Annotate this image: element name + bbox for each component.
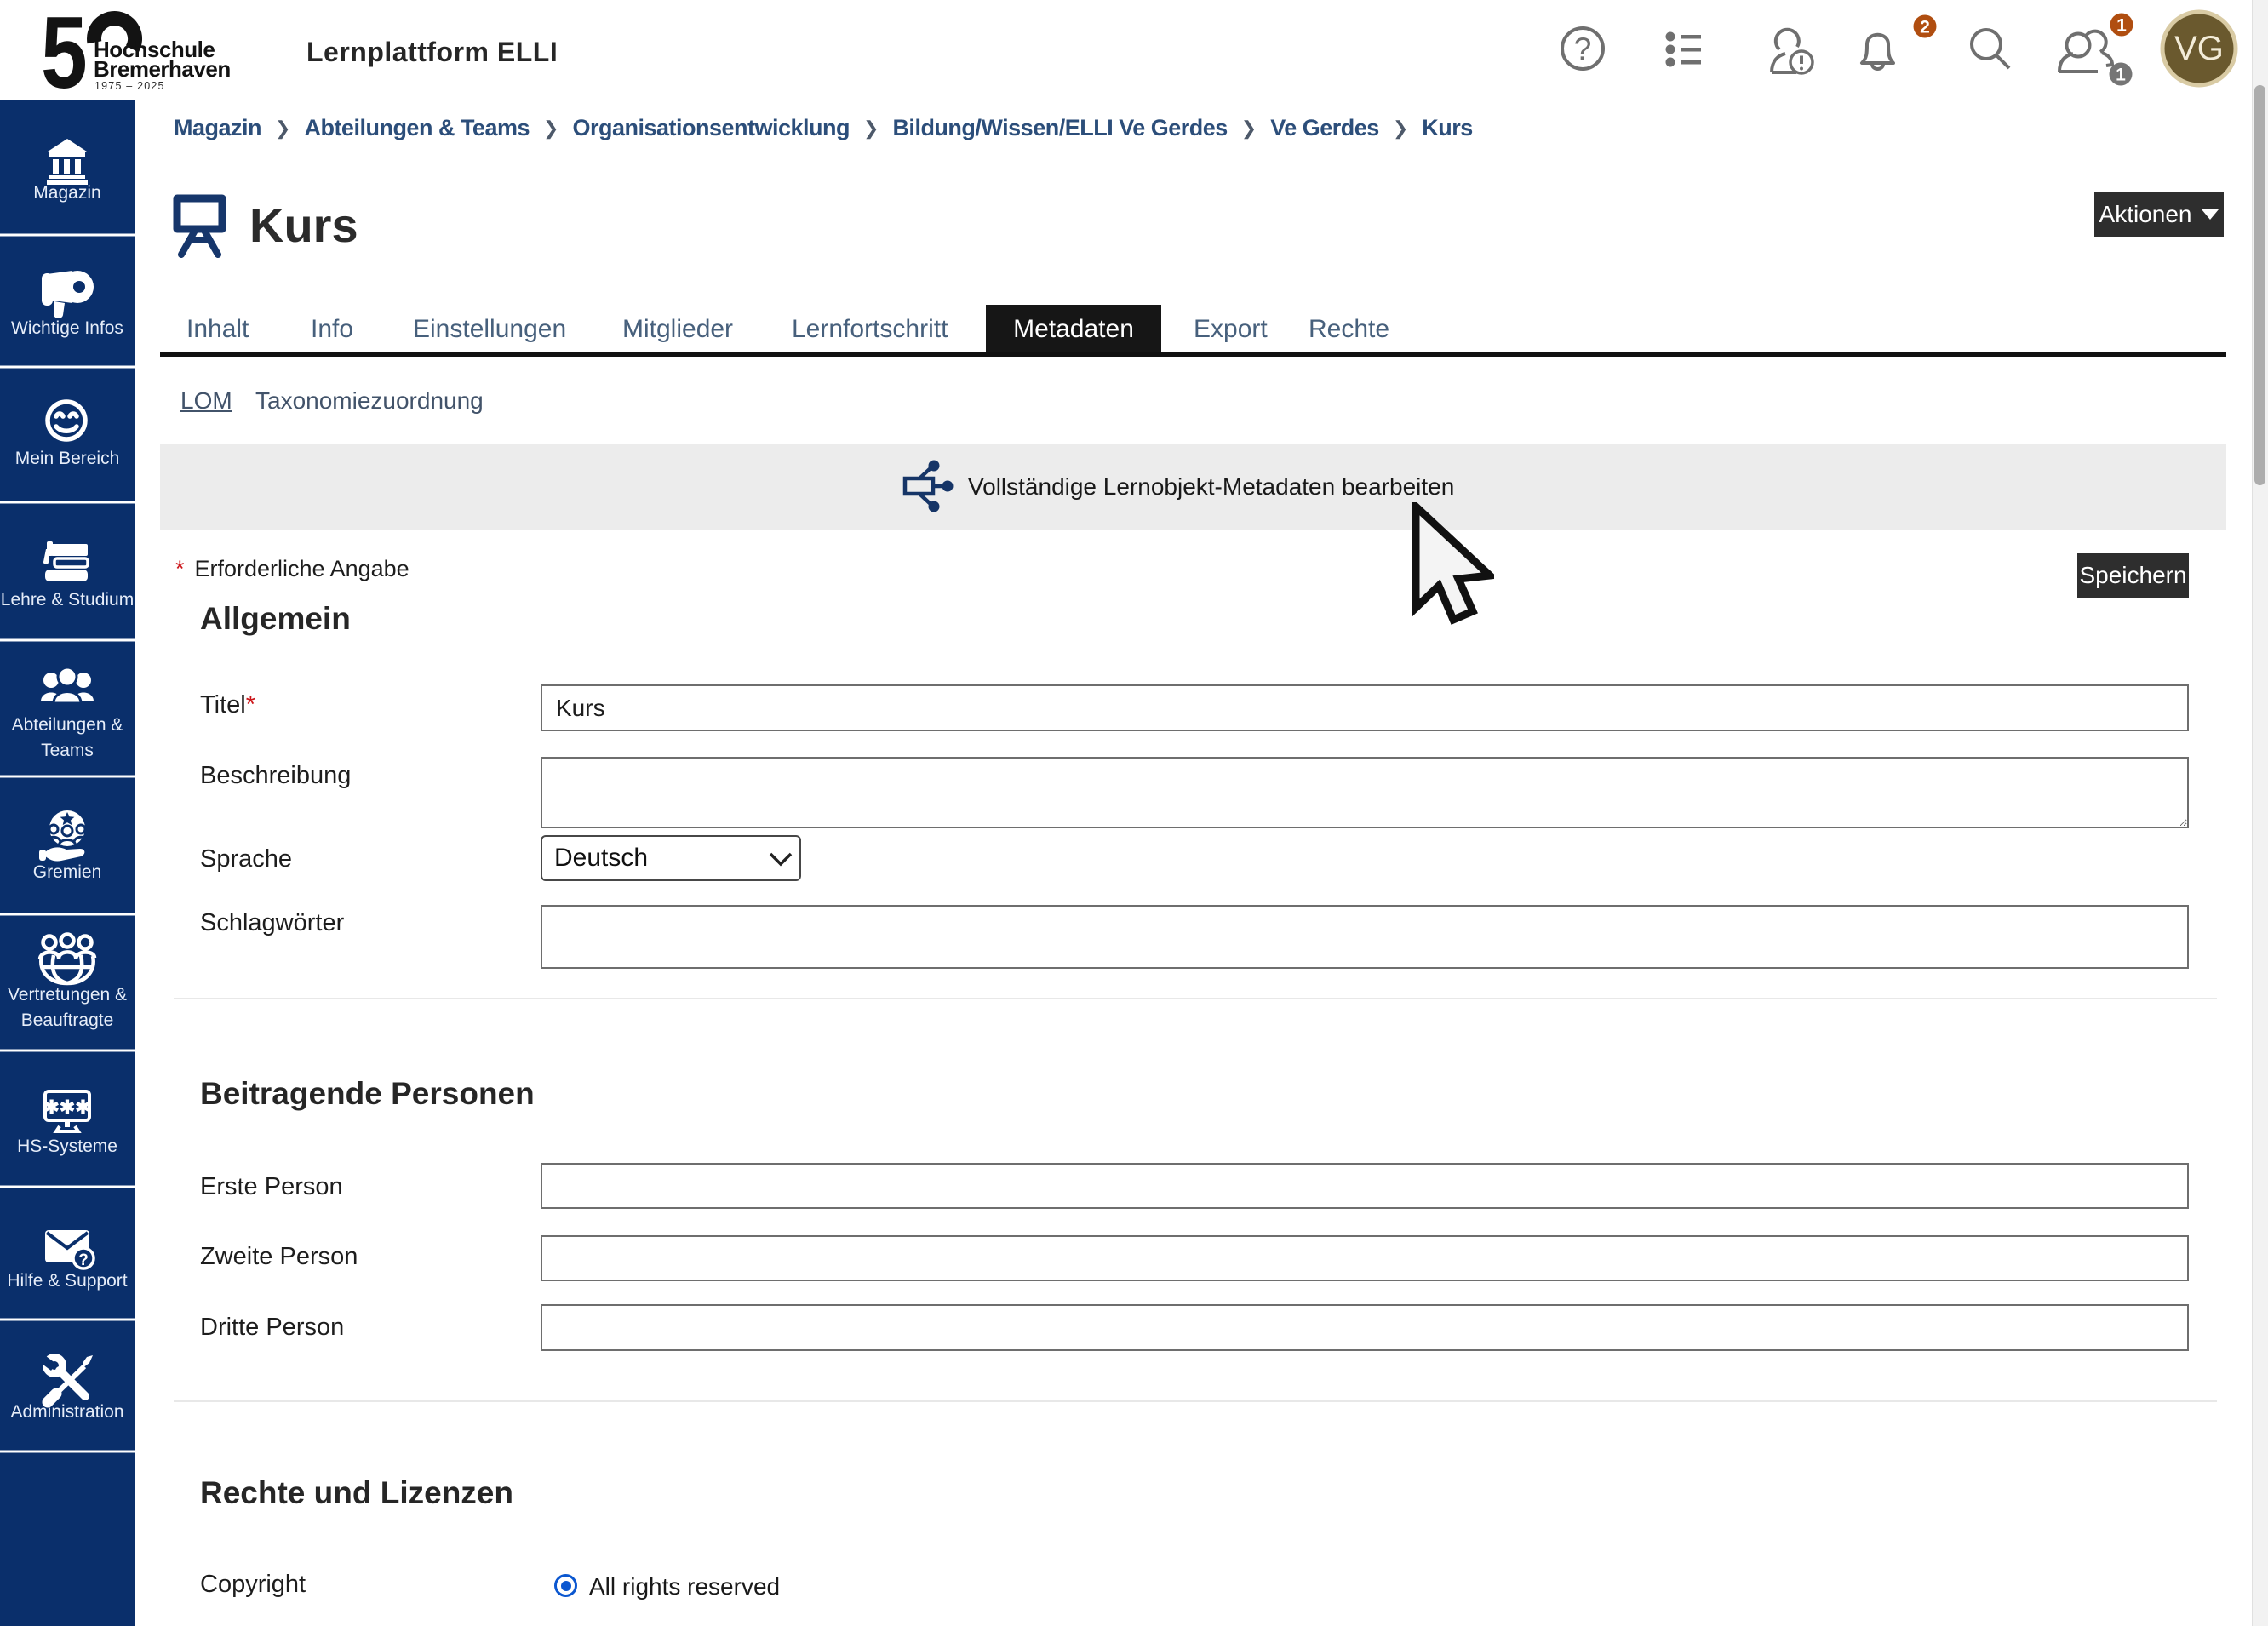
svg-text:1: 1 [2116, 66, 2126, 85]
svg-text:Abteilungen &: Abteilungen & [12, 715, 123, 735]
svg-text:1: 1 [2116, 16, 2127, 36]
svg-text:1975 – 2025: 1975 – 2025 [94, 80, 165, 92]
svg-text:2: 2 [1920, 18, 1930, 37]
svg-text:✱✱✱: ✱✱✱ [43, 1096, 90, 1118]
svg-text:5: 5 [41, 9, 88, 98]
svg-text:Beauftragte: Beauftragte [21, 1011, 114, 1030]
svg-text:Administration: Administration [10, 1402, 123, 1422]
svg-text:Bremerhaven: Bremerhaven [94, 56, 231, 82]
svg-text:Teams: Teams [41, 741, 94, 760]
svg-text:Wichtige Infos: Wichtige Infos [11, 318, 123, 338]
svg-text:Magazin: Magazin [33, 183, 100, 203]
svg-text:Hilfe & Support: Hilfe & Support [7, 1271, 127, 1291]
svg-text:Gremien: Gremien [33, 862, 102, 882]
svg-text:?: ? [1574, 31, 1592, 66]
svg-text:Vertretungen &: Vertretungen & [8, 985, 127, 1005]
svg-text:?: ? [78, 1251, 89, 1269]
svg-text:Mein Bereich: Mein Bereich [15, 449, 120, 468]
svg-text:VG: VG [2174, 30, 2224, 67]
svg-text:HS-Systeme: HS-Systeme [17, 1136, 117, 1156]
svg-text:Lehre & Studium: Lehre & Studium [1, 590, 134, 610]
